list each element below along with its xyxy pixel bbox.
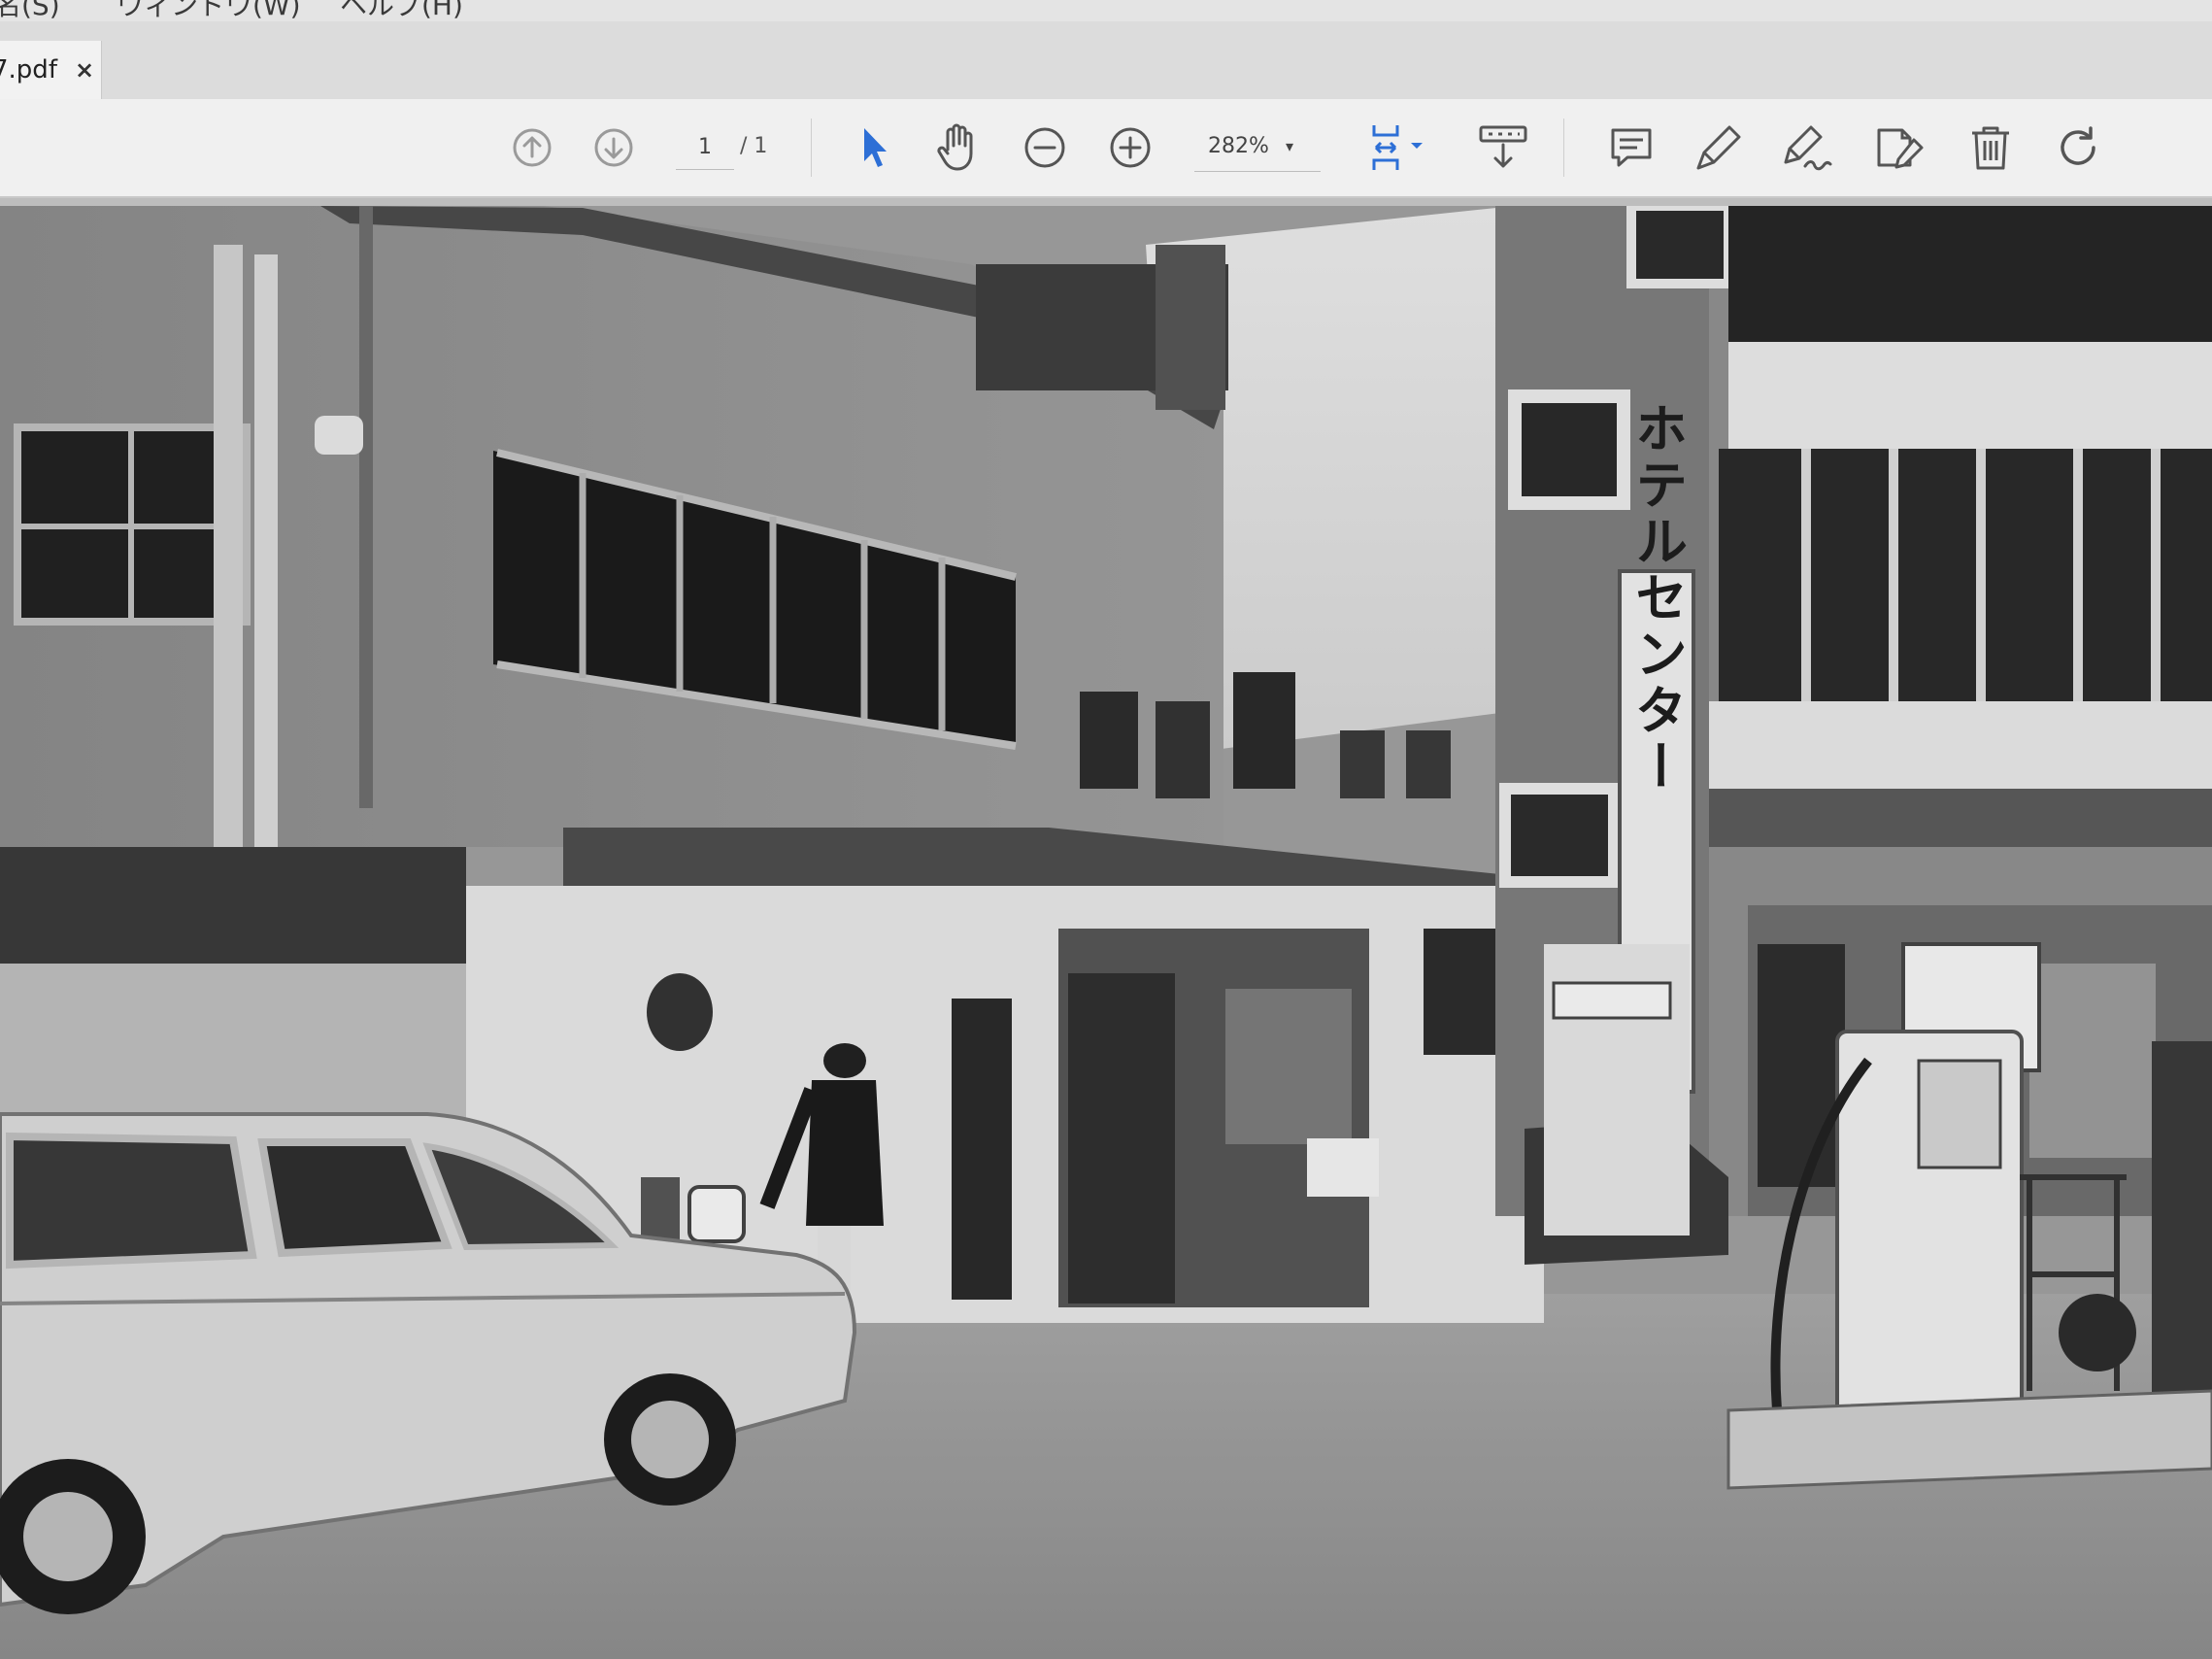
select-tool-button[interactable]: [845, 118, 903, 177]
sign-icon: [1784, 125, 1832, 171]
zoom-out-icon: [1024, 127, 1065, 168]
rotate-button[interactable]: [2049, 118, 2107, 177]
chevron-down-icon: ▾: [1286, 136, 1294, 155]
page-total-label: / 1: [740, 134, 768, 158]
zoom-out-button[interactable]: [1016, 118, 1074, 177]
next-page-icon: [594, 128, 633, 167]
highlight-button[interactable]: [1690, 118, 1748, 177]
toolbar-divider: [1563, 118, 1564, 177]
previous-page-icon: [513, 128, 552, 167]
toolbar: / 1 282%: [0, 99, 2212, 198]
menu-item-sign[interactable]: 名(S): [0, 0, 60, 21]
document-viewport[interactable]: ホテルセンター: [0, 198, 2212, 1659]
tab-bar: 7.pdf ×: [0, 21, 2212, 100]
previous-page-button[interactable]: [503, 118, 561, 177]
edit-pdf-button[interactable]: [1870, 118, 1928, 177]
fit-page-button[interactable]: [1363, 118, 1441, 177]
hand-tool-button[interactable]: [928, 118, 987, 177]
page-number-input[interactable]: [676, 124, 734, 170]
select-arrow-icon: [864, 128, 887, 167]
zoom-level-dropdown[interactable]: 282% ▾: [1194, 120, 1321, 172]
menu-bar: 名(S) ウィンドウ(W) ヘルプ(H): [0, 0, 2212, 21]
delete-button[interactable]: [1961, 118, 2020, 177]
fit-page-icon: [1372, 125, 1423, 170]
hand-icon: [937, 123, 973, 171]
document-photo: ホテルセンター: [0, 206, 2212, 1659]
rotate-icon: [2061, 126, 2095, 165]
comment-icon: [1611, 128, 1652, 167]
document-tab-title: 7.pdf: [0, 55, 57, 85]
scroll-mode-icon: [1479, 125, 1527, 168]
menu-item-help[interactable]: ヘルプ(H): [340, 0, 463, 21]
document-tab[interactable]: 7.pdf ×: [0, 41, 102, 99]
edit-pdf-icon: [1877, 128, 1924, 169]
close-tab-icon[interactable]: ×: [75, 56, 94, 84]
comment-button[interactable]: [1602, 118, 1660, 177]
zoom-level-value: 282%: [1208, 133, 1269, 158]
zoom-in-icon: [1110, 127, 1151, 168]
menu-item-window[interactable]: ウィンドウ(W): [117, 0, 301, 21]
pdf-reader-window: 名(S) ウィンドウ(W) ヘルプ(H) 7.pdf × / 1: [0, 0, 2212, 1659]
scroll-mode-button[interactable]: [1472, 118, 1534, 177]
zoom-in-button[interactable]: [1101, 118, 1159, 177]
sign-button[interactable]: [1779, 118, 1837, 177]
next-page-button[interactable]: [585, 118, 643, 177]
toolbar-divider: [811, 118, 812, 177]
delete-icon: [1972, 126, 2009, 170]
highlight-pen-icon: [1696, 125, 1741, 170]
